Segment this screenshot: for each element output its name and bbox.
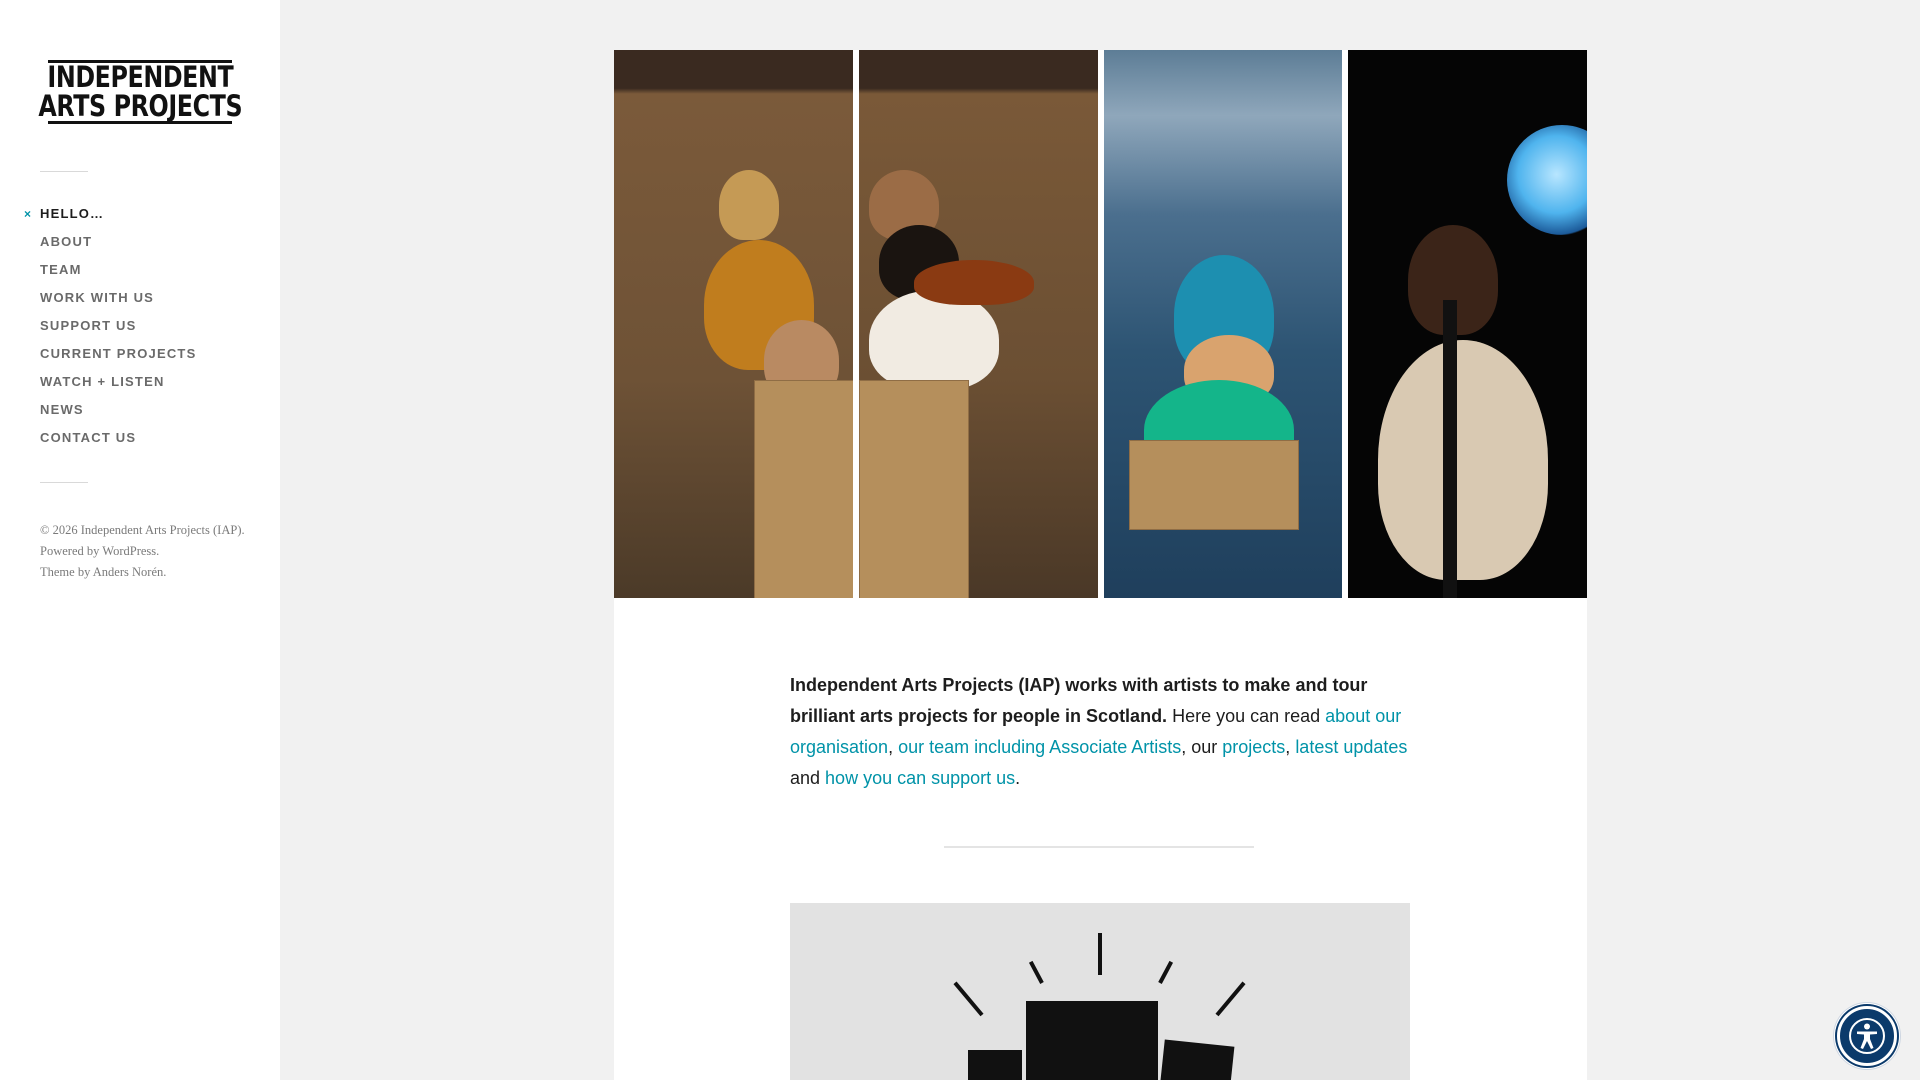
team-link[interactable]: our team including Associate Artists (898, 737, 1181, 757)
theme-by-label: Theme by (40, 565, 91, 579)
hero-photo-strip (614, 50, 1587, 598)
cardboard-sign-shape (1128, 440, 1299, 530)
hat-shape (719, 170, 779, 240)
post-card: Independent Arts Projects (IAP) works wi… (614, 50, 1587, 1080)
ray-shape (1158, 960, 1174, 984)
accessibility-person-icon (1837, 1006, 1897, 1066)
photo-performer-in-sea (1103, 50, 1343, 598)
nav-item-label: HELLO… (40, 206, 105, 221)
projection-shape (1507, 125, 1587, 235)
cardboard-box-shape (858, 380, 969, 598)
intro-text: , (888, 737, 899, 757)
ray-shape (1215, 981, 1246, 1017)
intro-text: Here you can read (1167, 706, 1326, 726)
copyright-period: . (241, 523, 245, 537)
nav-item-label: WATCH + LISTEN (40, 374, 165, 389)
copyright-line: © 2026 Independent Arts Projects (IAP). (40, 520, 250, 541)
site-logo[interactable]: INDEPENDENT ARTS PROJECTS (38, 60, 242, 124)
intro-paragraph: Independent Arts Projects (IAP) works wi… (790, 670, 1410, 794)
site-credits: © 2026 Independent Arts Projects (IAP). … (40, 520, 250, 583)
cardboard-box-shape (754, 380, 853, 598)
accessibility-button[interactable] (1834, 1003, 1900, 1069)
sidebar-divider-top (40, 171, 88, 172)
block-shape (1026, 1001, 1158, 1080)
latest-updates-link[interactable]: latest updates (1295, 737, 1407, 757)
support-us-link[interactable]: how you can support us (825, 768, 1015, 788)
theme-author-link[interactable]: Anders Norén (93, 565, 163, 579)
intro-text: , (1285, 737, 1296, 757)
featured-image[interactable] (790, 903, 1410, 1080)
nav-item-work-with-us[interactable]: WORK WITH US (40, 289, 196, 317)
photo-performer-with-microphone (1348, 50, 1587, 598)
logo-line-2: ARTS PROJECTS (38, 89, 242, 123)
ray-shape (1028, 960, 1044, 984)
nav-item-label: TEAM (40, 262, 82, 277)
photo-performer-with-hat (614, 50, 853, 598)
violin-shape (913, 260, 1034, 305)
ray-shape (953, 981, 984, 1017)
nav-item-contact-us[interactable]: CONTACT US (40, 429, 196, 457)
nav-item-label: CONTACT US (40, 430, 137, 445)
nav-item-label: CURRENT PROJECTS (40, 346, 197, 361)
nav-item-label: WORK WITH US (40, 290, 155, 305)
sidebar: INDEPENDENT ARTS PROJECTS × HELLO… ABOUT… (0, 0, 280, 1080)
copyright-year: © 2026 (40, 523, 78, 537)
block-shape (1159, 1039, 1235, 1080)
performer-shape (868, 290, 999, 390)
photo-violinist (858, 50, 1098, 598)
powered-by-line: Powered by WordPress. (40, 544, 160, 558)
ray-shape (1098, 933, 1102, 975)
content-divider (944, 846, 1254, 848)
main-navigation: × HELLO… ABOUT TEAM WORK WITH US SUPPORT… (24, 205, 196, 457)
nav-item-support-us[interactable]: SUPPORT US (40, 317, 196, 345)
nav-item-news[interactable]: NEWS (40, 401, 196, 429)
nav-item-about[interactable]: ABOUT (40, 233, 196, 261)
nav-item-label: SUPPORT US (40, 318, 137, 333)
site-name-link[interactable]: Independent Arts Projects (IAP) (81, 523, 242, 537)
nav-item-team[interactable]: TEAM (40, 261, 196, 289)
microphone-shape (1443, 300, 1458, 598)
nav-item-label: ABOUT (40, 234, 93, 249)
close-icon: × (24, 207, 33, 221)
theme-by-line: Theme by Anders Norén. (40, 565, 167, 579)
intro-text: and (790, 768, 826, 788)
intro-text: . (1015, 768, 1021, 788)
projects-link[interactable]: projects (1222, 737, 1285, 757)
wordpress-link[interactable]: WordPress (102, 544, 156, 558)
sidebar-divider-bottom (40, 482, 88, 483)
powered-by-label: Powered by (40, 544, 100, 558)
nav-item-current-projects[interactable]: CURRENT PROJECTS (40, 345, 196, 373)
performer-shape (1378, 340, 1549, 580)
nav-item-label: NEWS (40, 402, 84, 417)
logo-line-1: INDEPENDENT (47, 60, 233, 94)
nav-item-hello[interactable]: × HELLO… (24, 205, 196, 233)
intro-text: , our (1181, 737, 1223, 757)
nav-item-watch-listen[interactable]: WATCH + LISTEN (40, 373, 196, 401)
block-shape (968, 1050, 1022, 1080)
